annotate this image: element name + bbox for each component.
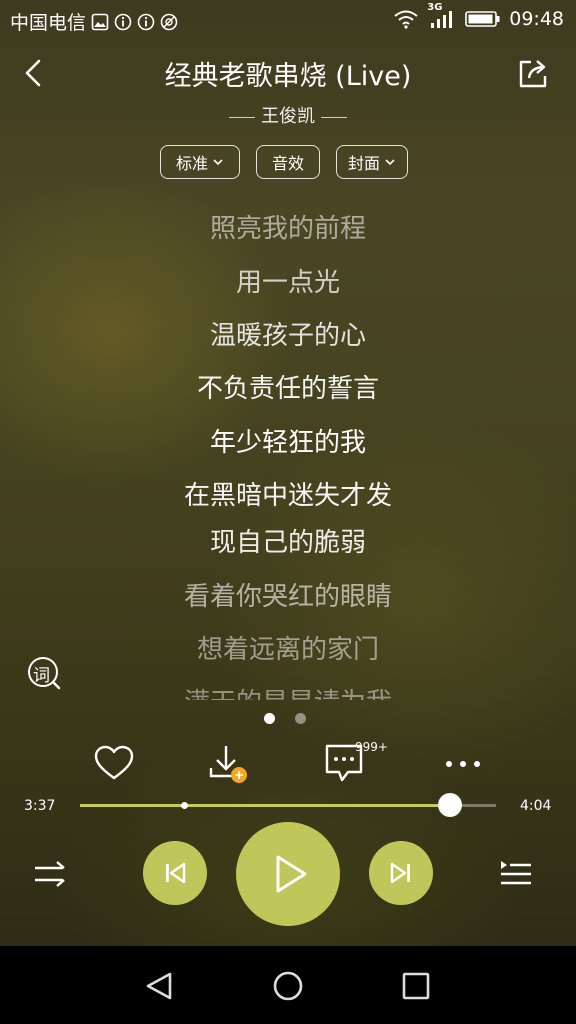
chevron-down-icon <box>385 159 395 166</box>
status-left: 中国电信 <box>10 8 178 35</box>
previous-button[interactable] <box>143 841 207 905</box>
lyrics-toggle-label: 词 <box>33 666 50 686</box>
lyric-line: 温暖孩子的心 <box>209 321 366 351</box>
cover-chip[interactable]: 封面 <box>336 145 408 179</box>
lyrics-toggle-button[interactable]: 词 <box>27 656 61 690</box>
lyric-line: 用一点光 <box>235 268 340 298</box>
wifi-icon <box>394 10 418 29</box>
status-bar: 中国电信 3G 09:48 <box>0 0 576 40</box>
artist-name[interactable]: 王俊凯 <box>261 106 315 127</box>
download-icon[interactable] <box>206 742 250 786</box>
gallery-icon <box>91 13 109 30</box>
cell-signal: 3G <box>427 2 457 30</box>
progress-thumb[interactable] <box>438 793 463 817</box>
info-icon-2 <box>137 13 155 30</box>
lyrics-panel[interactable]: 照亮我的前程 用一点光 温暖孩子的心 不负责任的誓言 年少轻狂的我 在黑暗中迷失… <box>0 200 576 700</box>
shuffle-icon[interactable] <box>32 858 68 890</box>
playlist-icon[interactable] <box>498 858 534 890</box>
battery-icon <box>465 11 500 27</box>
progress-bar[interactable] <box>80 793 496 817</box>
lyric-line-current: 年少轻狂的我 <box>209 428 366 458</box>
carrier-label: 中国电信 <box>10 12 87 34</box>
song-title: 经典老歌串烧 (Live) <box>164 61 412 92</box>
share-icon[interactable] <box>516 56 550 90</box>
lyric-line: 现自己的脆弱 <box>209 528 366 558</box>
artist-divider-left <box>229 116 255 118</box>
system-nav-bar <box>0 946 576 1024</box>
cover-chip-label: 封面 <box>347 154 380 173</box>
lyric-line: 照亮我的前程 <box>209 214 366 244</box>
lyric-line: 看着你哭红的眼睛 <box>183 582 392 612</box>
page-dot[interactable] <box>295 713 306 724</box>
progress-fill <box>80 804 451 807</box>
page-indicator <box>264 713 306 724</box>
page-dot-active[interactable] <box>264 713 275 724</box>
clock: 09:48 <box>509 8 564 30</box>
comment-count-badge: 999+ <box>355 740 388 754</box>
lyric-line: 满天的星星请为我 <box>0 682 576 700</box>
previous-icon <box>166 862 186 884</box>
nav-recents-icon[interactable] <box>396 966 436 1006</box>
lyric-line: 在黑暗中迷失才发 <box>183 481 392 511</box>
signal-icon <box>431 11 453 28</box>
nav-home-icon[interactable] <box>268 966 308 1006</box>
more-icon[interactable] <box>441 742 485 786</box>
nav-back-icon[interactable] <box>140 966 180 1006</box>
progress-marker <box>181 802 188 809</box>
quality-chip-label: 标准 <box>175 154 208 173</box>
play-button[interactable] <box>236 822 340 926</box>
status-right: 3G 09:48 <box>393 2 564 30</box>
lyric-line: 想着远离的家门 <box>196 635 379 665</box>
option-chips: 标准 音效 封面 <box>160 145 408 179</box>
next-icon <box>390 862 410 884</box>
lyric-line: 不负责任的誓言 <box>196 374 379 404</box>
play-icon <box>276 855 307 893</box>
quality-chip[interactable]: 标准 <box>160 145 240 179</box>
artist-line: 王俊凯 <box>0 102 576 128</box>
player-header: 经典老歌串烧 (Live) 王俊凯 <box>0 48 576 148</box>
heart-icon[interactable] <box>92 742 136 786</box>
sound-effect-chip[interactable]: 音效 <box>256 145 320 179</box>
info-icon <box>114 13 132 30</box>
back-icon[interactable] <box>18 56 52 90</box>
playback-controls <box>0 822 576 926</box>
next-button[interactable] <box>369 841 433 905</box>
chevron-down-icon <box>213 159 223 166</box>
artist-divider-right <box>321 116 347 118</box>
total-time: 4:04 <box>520 798 552 814</box>
current-time: 3:37 <box>24 798 56 814</box>
action-row <box>0 742 576 786</box>
sound-effect-chip-label: 音效 <box>271 154 304 173</box>
app-notification-icon <box>160 13 178 30</box>
